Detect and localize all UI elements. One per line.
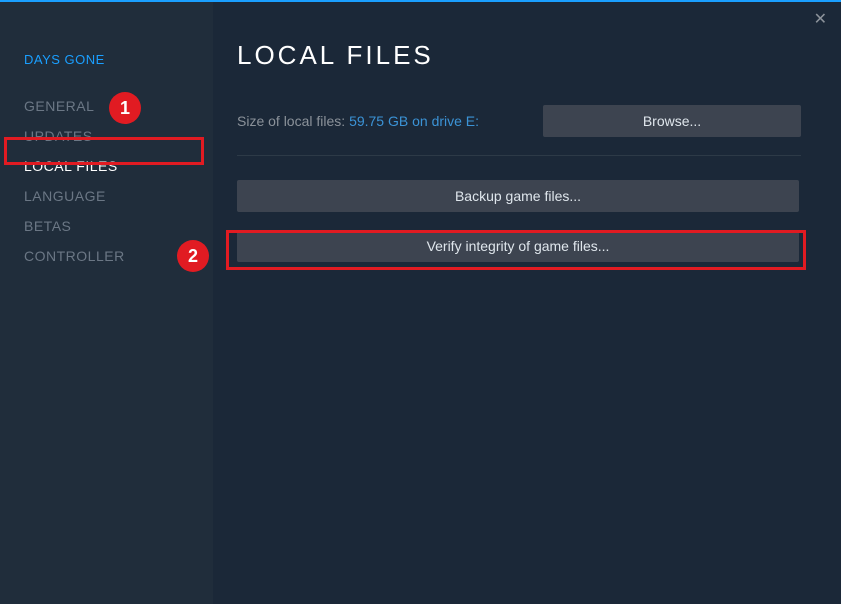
properties-window: ✕ DAYS GONE GENERAL UPDATES LOCAL FILES … [0, 0, 841, 604]
size-text: Size of local files: 59.75 GB on drive E… [237, 113, 479, 129]
backup-button[interactable]: Backup game files... [237, 180, 799, 212]
main-panel: LOCAL FILES Size of local files: 59.75 G… [213, 2, 841, 604]
sidebar-item-general[interactable]: GENERAL [0, 91, 213, 121]
size-row: Size of local files: 59.75 GB on drive E… [237, 105, 801, 137]
browse-button[interactable]: Browse... [543, 105, 801, 137]
divider [237, 155, 801, 156]
sidebar-item-controller[interactable]: CONTROLLER [0, 241, 213, 271]
size-value: 59.75 GB on drive E: [349, 113, 479, 129]
sidebar-item-betas[interactable]: BETAS [0, 211, 213, 241]
nav-list: GENERAL UPDATES LOCAL FILES LANGUAGE BET… [0, 91, 213, 271]
page-title: LOCAL FILES [237, 40, 801, 71]
verify-button[interactable]: Verify integrity of game files... [237, 230, 799, 262]
sidebar: DAYS GONE GENERAL UPDATES LOCAL FILES LA… [0, 2, 213, 604]
size-label: Size of local files: [237, 113, 349, 129]
game-title: DAYS GONE [0, 22, 213, 91]
sidebar-item-local-files[interactable]: LOCAL FILES [0, 151, 213, 181]
sidebar-item-language[interactable]: LANGUAGE [0, 181, 213, 211]
sidebar-item-updates[interactable]: UPDATES [0, 121, 213, 151]
